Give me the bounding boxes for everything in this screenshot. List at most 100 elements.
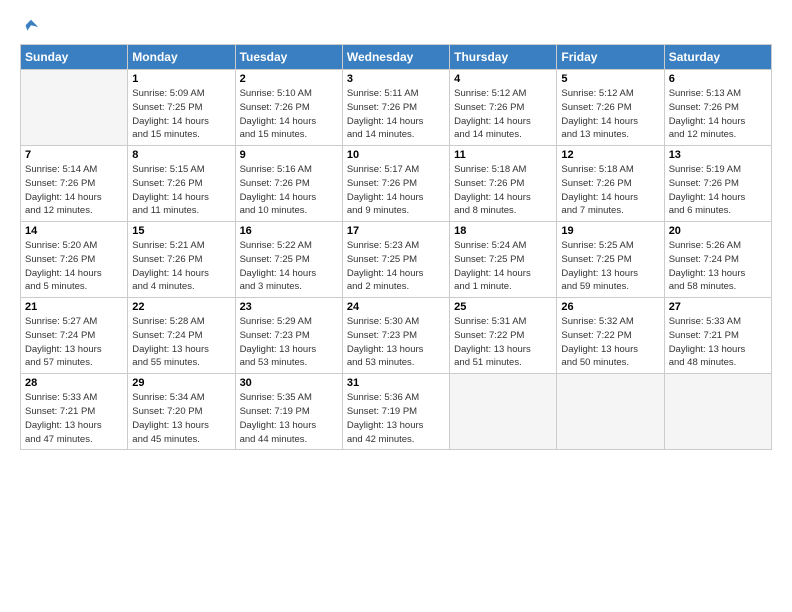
- cell-info-text: Sunrise: 5:36 AMSunset: 7:19 PMDaylight:…: [347, 391, 445, 446]
- calendar-cell: 7 Sunrise: 5:14 AMSunset: 7:26 PMDaylight…: [21, 146, 128, 222]
- calendar-cell: 16Sunrise: 5:22 AMSunset: 7:25 PMDayligh…: [235, 222, 342, 298]
- cell-info-text: Sunrise: 5:17 AMSunset: 7:26 PMDaylight:…: [347, 163, 445, 218]
- cell-info-text: Sunrise: 5:21 AMSunset: 7:26 PMDaylight:…: [132, 239, 230, 294]
- calendar-header-row: SundayMondayTuesdayWednesdayThursdayFrid…: [21, 45, 772, 70]
- cell-info-text: Sunrise: 5:09 AMSunset: 7:25 PMDaylight:…: [132, 87, 230, 142]
- cell-info-text: Sunrise: 5:19 AMSunset: 7:26 PMDaylight:…: [669, 163, 767, 218]
- calendar-cell: 26 Sunrise: 5:32 AMSunset: 7:22 PMDayligh…: [557, 298, 664, 374]
- cell-date-number: 11: [454, 149, 552, 161]
- calendar-cell: 10 Sunrise: 5:17 AMSunset: 7:26 PMDayligh…: [342, 146, 449, 222]
- cell-date-number: 8: [132, 149, 230, 161]
- cell-info-text: Sunrise: 5:12 AMSunset: 7:26 PMDaylight:…: [561, 87, 659, 142]
- page: SundayMondayTuesdayWednesdayThursdayFrid…: [0, 0, 792, 460]
- calendar-week-row: 7 Sunrise: 5:14 AMSunset: 7:26 PMDaylight…: [21, 146, 772, 222]
- calendar-header-wednesday: Wednesday: [342, 45, 449, 70]
- cell-date-number: 28: [25, 377, 123, 389]
- cell-date-number: 21: [25, 301, 123, 313]
- cell-info-text: Sunrise: 5:34 AMSunset: 7:20 PMDaylight:…: [132, 391, 230, 446]
- cell-date-number: 7: [25, 149, 123, 161]
- logo: [20, 18, 40, 36]
- cell-info-text: Sunrise: 5:20 AMSunset: 7:26 PMDaylight:…: [25, 239, 123, 294]
- calendar-header-friday: Friday: [557, 45, 664, 70]
- cell-info-text: Sunrise: 5:32 AMSunset: 7:22 PMDaylight:…: [561, 315, 659, 370]
- cell-info-text: Sunrise: 5:14 AMSunset: 7:26 PMDaylight:…: [25, 163, 123, 218]
- calendar-cell: 17 Sunrise: 5:23 AMSunset: 7:25 PMDayligh…: [342, 222, 449, 298]
- calendar-cell: 3 Sunrise: 5:11 AMSunset: 7:26 PMDaylight…: [342, 70, 449, 146]
- cell-date-number: 29: [132, 377, 230, 389]
- cell-info-text: Sunrise: 5:24 AMSunset: 7:25 PMDaylight:…: [454, 239, 552, 294]
- calendar-cell: 15 Sunrise: 5:21 AMSunset: 7:26 PMDayligh…: [128, 222, 235, 298]
- calendar-header-sunday: Sunday: [21, 45, 128, 70]
- cell-info-text: Sunrise: 5:25 AMSunset: 7:25 PMDaylight:…: [561, 239, 659, 294]
- cell-date-number: 2: [240, 73, 338, 85]
- calendar-header-monday: Monday: [128, 45, 235, 70]
- calendar-cell: 19 Sunrise: 5:25 AMSunset: 7:25 PMDayligh…: [557, 222, 664, 298]
- logo-bird-icon: [22, 18, 40, 36]
- cell-info-text: Sunrise: 5:23 AMSunset: 7:25 PMDaylight:…: [347, 239, 445, 294]
- calendar-cell: 12Sunrise: 5:18 AMSunset: 7:26 PMDayligh…: [557, 146, 664, 222]
- cell-date-number: 13: [669, 149, 767, 161]
- cell-info-text: Sunrise: 5:30 AMSunset: 7:23 PMDaylight:…: [347, 315, 445, 370]
- calendar-header-saturday: Saturday: [664, 45, 771, 70]
- calendar-cell: 24 Sunrise: 5:30 AMSunset: 7:23 PMDayligh…: [342, 298, 449, 374]
- cell-info-text: Sunrise: 5:29 AMSunset: 7:23 PMDaylight:…: [240, 315, 338, 370]
- cell-date-number: 10: [347, 149, 445, 161]
- calendar-week-row: 21 Sunrise: 5:27 AMSunset: 7:24 PMDayligh…: [21, 298, 772, 374]
- cell-info-text: Sunrise: 5:16 AMSunset: 7:26 PMDaylight:…: [240, 163, 338, 218]
- calendar-week-row: 1 Sunrise: 5:09 AMSunset: 7:25 PMDaylight…: [21, 70, 772, 146]
- cell-date-number: 4: [454, 73, 552, 85]
- cell-info-text: Sunrise: 5:18 AMSunset: 7:26 PMDaylight:…: [454, 163, 552, 218]
- cell-info-text: Sunrise: 5:18 AMSunset: 7:26 PMDaylight:…: [561, 163, 659, 218]
- calendar-week-row: 14 Sunrise: 5:20 AMSunset: 7:26 PMDayligh…: [21, 222, 772, 298]
- cell-info-text: Sunrise: 5:26 AMSunset: 7:24 PMDaylight:…: [669, 239, 767, 294]
- cell-date-number: 6: [669, 73, 767, 85]
- cell-info-text: Sunrise: 5:33 AMSunset: 7:21 PMDaylight:…: [25, 391, 123, 446]
- cell-date-number: 9: [240, 149, 338, 161]
- calendar-cell: 13 Sunrise: 5:19 AMSunset: 7:26 PMDayligh…: [664, 146, 771, 222]
- calendar-cell: 29 Sunrise: 5:34 AMSunset: 7:20 PMDayligh…: [128, 374, 235, 450]
- cell-info-text: Sunrise: 5:27 AMSunset: 7:24 PMDaylight:…: [25, 315, 123, 370]
- cell-info-text: Sunrise: 5:28 AMSunset: 7:24 PMDaylight:…: [132, 315, 230, 370]
- cell-info-text: Sunrise: 5:13 AMSunset: 7:26 PMDaylight:…: [669, 87, 767, 142]
- calendar-header-tuesday: Tuesday: [235, 45, 342, 70]
- cell-date-number: 22: [132, 301, 230, 313]
- calendar-cell: [450, 374, 557, 450]
- cell-date-number: 17: [347, 225, 445, 237]
- cell-date-number: 24: [347, 301, 445, 313]
- calendar-cell: 23 Sunrise: 5:29 AMSunset: 7:23 PMDayligh…: [235, 298, 342, 374]
- cell-date-number: 26: [561, 301, 659, 313]
- cell-info-text: Sunrise: 5:33 AMSunset: 7:21 PMDaylight:…: [669, 315, 767, 370]
- cell-date-number: 31: [347, 377, 445, 389]
- cell-date-number: 18: [454, 225, 552, 237]
- cell-info-text: Sunrise: 5:12 AMSunset: 7:26 PMDaylight:…: [454, 87, 552, 142]
- cell-date-number: 23: [240, 301, 338, 313]
- cell-info-text: Sunrise: 5:22 AMSunset: 7:25 PMDaylight:…: [240, 239, 338, 294]
- calendar-cell: 28 Sunrise: 5:33 AMSunset: 7:21 PMDayligh…: [21, 374, 128, 450]
- calendar-cell: 9 Sunrise: 5:16 AMSunset: 7:26 PMDaylight…: [235, 146, 342, 222]
- calendar-cell: [21, 70, 128, 146]
- calendar-cell: [664, 374, 771, 450]
- logo-text: [20, 18, 40, 36]
- calendar-cell: 22 Sunrise: 5:28 AMSunset: 7:24 PMDayligh…: [128, 298, 235, 374]
- calendar-cell: 14 Sunrise: 5:20 AMSunset: 7:26 PMDayligh…: [21, 222, 128, 298]
- cell-info-text: Sunrise: 5:35 AMSunset: 7:19 PMDaylight:…: [240, 391, 338, 446]
- cell-date-number: 3: [347, 73, 445, 85]
- calendar-cell: 27 Sunrise: 5:33 AMSunset: 7:21 PMDayligh…: [664, 298, 771, 374]
- cell-date-number: 27: [669, 301, 767, 313]
- cell-info-text: Sunrise: 5:10 AMSunset: 7:26 PMDaylight:…: [240, 87, 338, 142]
- calendar-cell: 4 Sunrise: 5:12 AMSunset: 7:26 PMDaylight…: [450, 70, 557, 146]
- cell-info-text: Sunrise: 5:31 AMSunset: 7:22 PMDaylight:…: [454, 315, 552, 370]
- cell-info-text: Sunrise: 5:15 AMSunset: 7:26 PMDaylight:…: [132, 163, 230, 218]
- cell-date-number: 15: [132, 225, 230, 237]
- calendar-header-thursday: Thursday: [450, 45, 557, 70]
- calendar-table: SundayMondayTuesdayWednesdayThursdayFrid…: [20, 44, 772, 450]
- cell-date-number: 14: [25, 225, 123, 237]
- calendar-cell: 20Sunrise: 5:26 AMSunset: 7:24 PMDayligh…: [664, 222, 771, 298]
- cell-date-number: 19: [561, 225, 659, 237]
- cell-date-number: 1: [132, 73, 230, 85]
- cell-info-text: Sunrise: 5:11 AMSunset: 7:26 PMDaylight:…: [347, 87, 445, 142]
- cell-date-number: 30: [240, 377, 338, 389]
- calendar-cell: 25Sunrise: 5:31 AMSunset: 7:22 PMDayligh…: [450, 298, 557, 374]
- calendar-cell: 11 Sunrise: 5:18 AMSunset: 7:26 PMDayligh…: [450, 146, 557, 222]
- header: [20, 18, 772, 36]
